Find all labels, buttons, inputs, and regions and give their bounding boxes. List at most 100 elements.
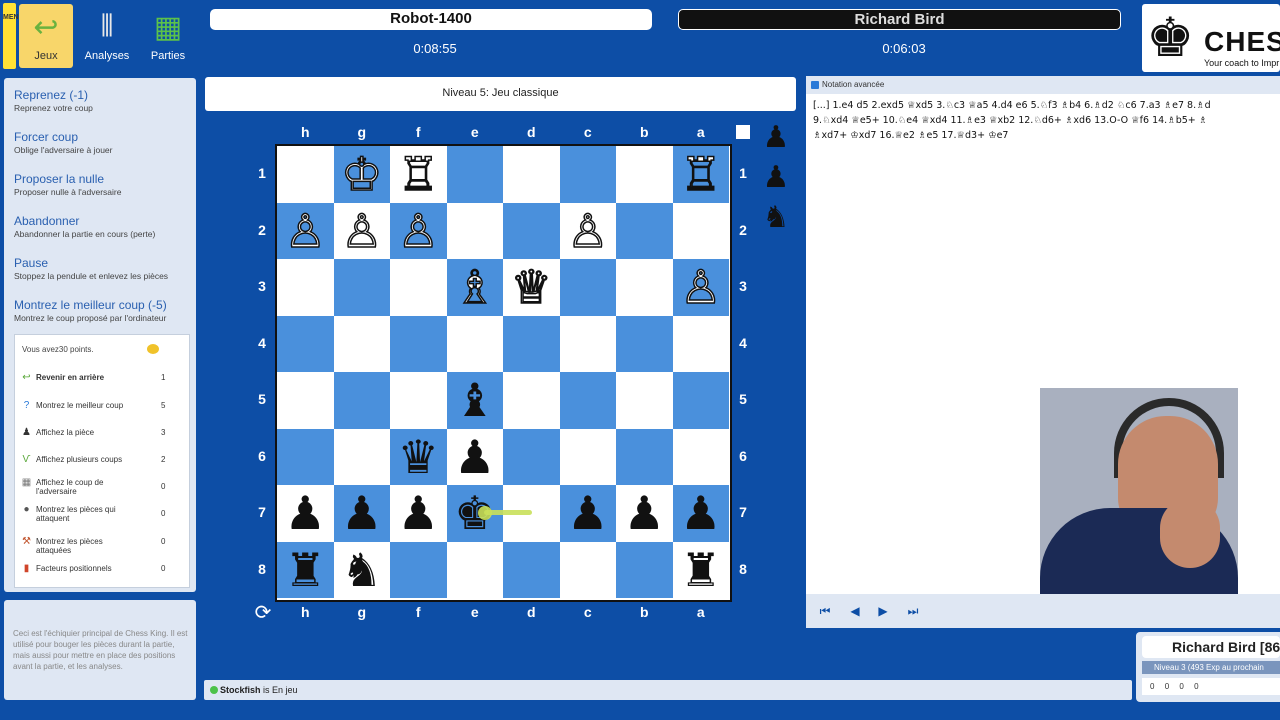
board-square-f3[interactable] xyxy=(390,259,447,316)
board-square-b3[interactable] xyxy=(616,259,673,316)
board-square-a6[interactable] xyxy=(672,428,729,485)
white-piece[interactable]: ♔ xyxy=(334,146,391,203)
prev-move-icon[interactable]: ◀ xyxy=(846,602,864,620)
rank-label: 2 xyxy=(258,221,266,238)
next-move-icon[interactable]: ▶ xyxy=(874,602,892,620)
board-square-g3[interactable] xyxy=(333,259,390,316)
file-label: d xyxy=(526,124,536,140)
white-piece[interactable]: ♖ xyxy=(390,146,447,203)
first-move-icon[interactable]: ⏮ xyxy=(816,602,834,620)
pause-desc: Stoppez la pendule et enlevez les pièces xyxy=(14,271,169,281)
black-piece[interactable]: ♜ xyxy=(673,542,730,599)
offer-draw-desc: Proposer nulle à l'adversaire xyxy=(14,187,122,197)
white-piece[interactable]: ♗ xyxy=(447,259,504,316)
board-square-d2[interactable] xyxy=(503,202,560,259)
board-square-h6[interactable] xyxy=(277,428,334,485)
board-square-g5[interactable] xyxy=(333,372,390,429)
board-square-e1[interactable] xyxy=(446,146,503,203)
black-piece[interactable]: ♟ xyxy=(277,485,334,542)
board-square-f8[interactable] xyxy=(390,541,447,598)
black-piece[interactable]: ♟ xyxy=(390,485,447,542)
board-square-g6[interactable] xyxy=(333,428,390,485)
board-square-c4[interactable] xyxy=(559,315,616,372)
board-square-a5[interactable] xyxy=(672,372,729,429)
board-square-h5[interactable] xyxy=(277,372,334,429)
board-square-a4[interactable] xyxy=(672,315,729,372)
white-piece[interactable]: ♕ xyxy=(503,259,560,316)
black-piece[interactable]: ♟ xyxy=(560,485,617,542)
games-archive-button[interactable]: ▦ Parties xyxy=(141,4,195,68)
analyses-button[interactable]: ⫴ Analyses xyxy=(80,4,134,68)
resign-action[interactable]: Abandonner Abandonner la partie en cours… xyxy=(14,214,155,239)
board-square-g4[interactable] xyxy=(333,315,390,372)
file-label: d xyxy=(526,604,536,620)
best-move-action[interactable]: Montrez le meilleur coup (-5) Montrez le… xyxy=(14,298,167,323)
chess-board[interactable]: ♔ ♖ ♖ ♙ ♙ ♙ ♙ ♗ ♕ ♙ ♝ ♛ ♟ ♟ ♟ ♟ ♚ ♟ ♟ ♟ ♜ ♞ ♜ xyxy=(275,144,732,602)
notation-header[interactable]: Notation avancée xyxy=(806,76,1280,94)
white-piece[interactable]: ♙ xyxy=(277,203,334,260)
profile-card[interactable]: Richard Bird [86 Niveau 3 (493 Exp au pr… xyxy=(1136,632,1280,702)
white-piece[interactable]: ♙ xyxy=(560,203,617,260)
menu-tab[interactable]: MENU xyxy=(3,3,24,69)
black-piece[interactable]: ♞ xyxy=(334,542,391,599)
board-square-b4[interactable] xyxy=(616,315,673,372)
points-value: 0 xyxy=(161,564,166,573)
white-piece[interactable]: ♙ xyxy=(334,203,391,260)
board-square-h3[interactable] xyxy=(277,259,334,316)
board-square-c5[interactable] xyxy=(559,372,616,429)
pause-action[interactable]: Pause Stoppez la pendule et enlevez les … xyxy=(14,256,168,281)
board-square-e4[interactable] xyxy=(446,315,503,372)
pause-title: Pause xyxy=(14,256,49,270)
white-piece[interactable]: ♖ xyxy=(673,146,730,203)
board-square-d8[interactable] xyxy=(503,541,560,598)
board-square-d5[interactable] xyxy=(503,372,560,429)
board-square-h4[interactable] xyxy=(277,315,334,372)
board-square-h1[interactable] xyxy=(277,146,334,203)
offer-draw-action[interactable]: Proposer la nulle Proposer nulle à l'adv… xyxy=(14,172,121,197)
points-value: 0 xyxy=(161,537,166,546)
file-label: h xyxy=(300,604,310,620)
last-move-icon[interactable]: ⏭ xyxy=(904,602,922,620)
board-square-c6[interactable] xyxy=(559,428,616,485)
move-list[interactable]: [...] 1.e4 d5 2.exd5 ♕xd5 3.♘c3 ♕a5 4.d4… xyxy=(813,98,1280,143)
black-piece[interactable]: ♟ xyxy=(334,485,391,542)
black-piece[interactable]: ♜ xyxy=(277,542,334,599)
checkbox-icon[interactable] xyxy=(811,81,819,89)
board-square-d4[interactable] xyxy=(503,315,560,372)
board-square-b5[interactable] xyxy=(616,372,673,429)
board-square-b8[interactable] xyxy=(616,541,673,598)
board-square-b6[interactable] xyxy=(616,428,673,485)
branch-icon: Ѵ xyxy=(22,454,31,465)
black-piece[interactable]: ♝ xyxy=(447,372,504,429)
black-piece[interactable]: ♛ xyxy=(390,429,447,486)
board-square-b2[interactable] xyxy=(616,202,673,259)
file-box-icon: ▦ xyxy=(153,10,183,44)
board-square-a2[interactable] xyxy=(672,202,729,259)
board-square-d6[interactable] xyxy=(503,428,560,485)
takeback-action[interactable]: Reprenez (-1) Reprenez votre coup xyxy=(14,88,93,113)
black-piece[interactable]: ♟ xyxy=(616,485,673,542)
flip-board-icon[interactable]: ⟳ xyxy=(252,602,274,624)
white-piece[interactable]: ♙ xyxy=(673,259,730,316)
board-square-c8[interactable] xyxy=(559,541,616,598)
board-square-c3[interactable] xyxy=(559,259,616,316)
board-square-e8[interactable] xyxy=(446,541,503,598)
best-move-desc: Montrez le coup proposé par l'ordinateur xyxy=(14,313,167,323)
board-square-f4[interactable] xyxy=(390,315,447,372)
black-piece[interactable]: ♟ xyxy=(673,485,730,542)
white-piece[interactable]: ♙ xyxy=(390,203,447,260)
file-label: b xyxy=(639,604,649,620)
force-move-action[interactable]: Forcer coup Oblige l'adversaire à jouer xyxy=(14,130,112,155)
grid-icon: ▦ xyxy=(21,477,32,488)
games-button[interactable]: ↩ Jeux xyxy=(19,4,73,68)
black-piece[interactable]: ♟ xyxy=(447,429,504,486)
board-square-d1[interactable] xyxy=(503,146,560,203)
board-square-b1[interactable] xyxy=(616,146,673,203)
board-square-c1[interactable] xyxy=(559,146,616,203)
test-tubes-icon: ⫴ xyxy=(100,10,114,43)
board-square-e2[interactable] xyxy=(446,202,503,259)
board-square-f5[interactable] xyxy=(390,372,447,429)
engine-name: Stockfish xyxy=(220,685,261,695)
move-navigation: ⏮ ◀ ▶ ⏭ xyxy=(806,594,1280,628)
opponent-clock: 0:08:55 xyxy=(413,41,457,56)
